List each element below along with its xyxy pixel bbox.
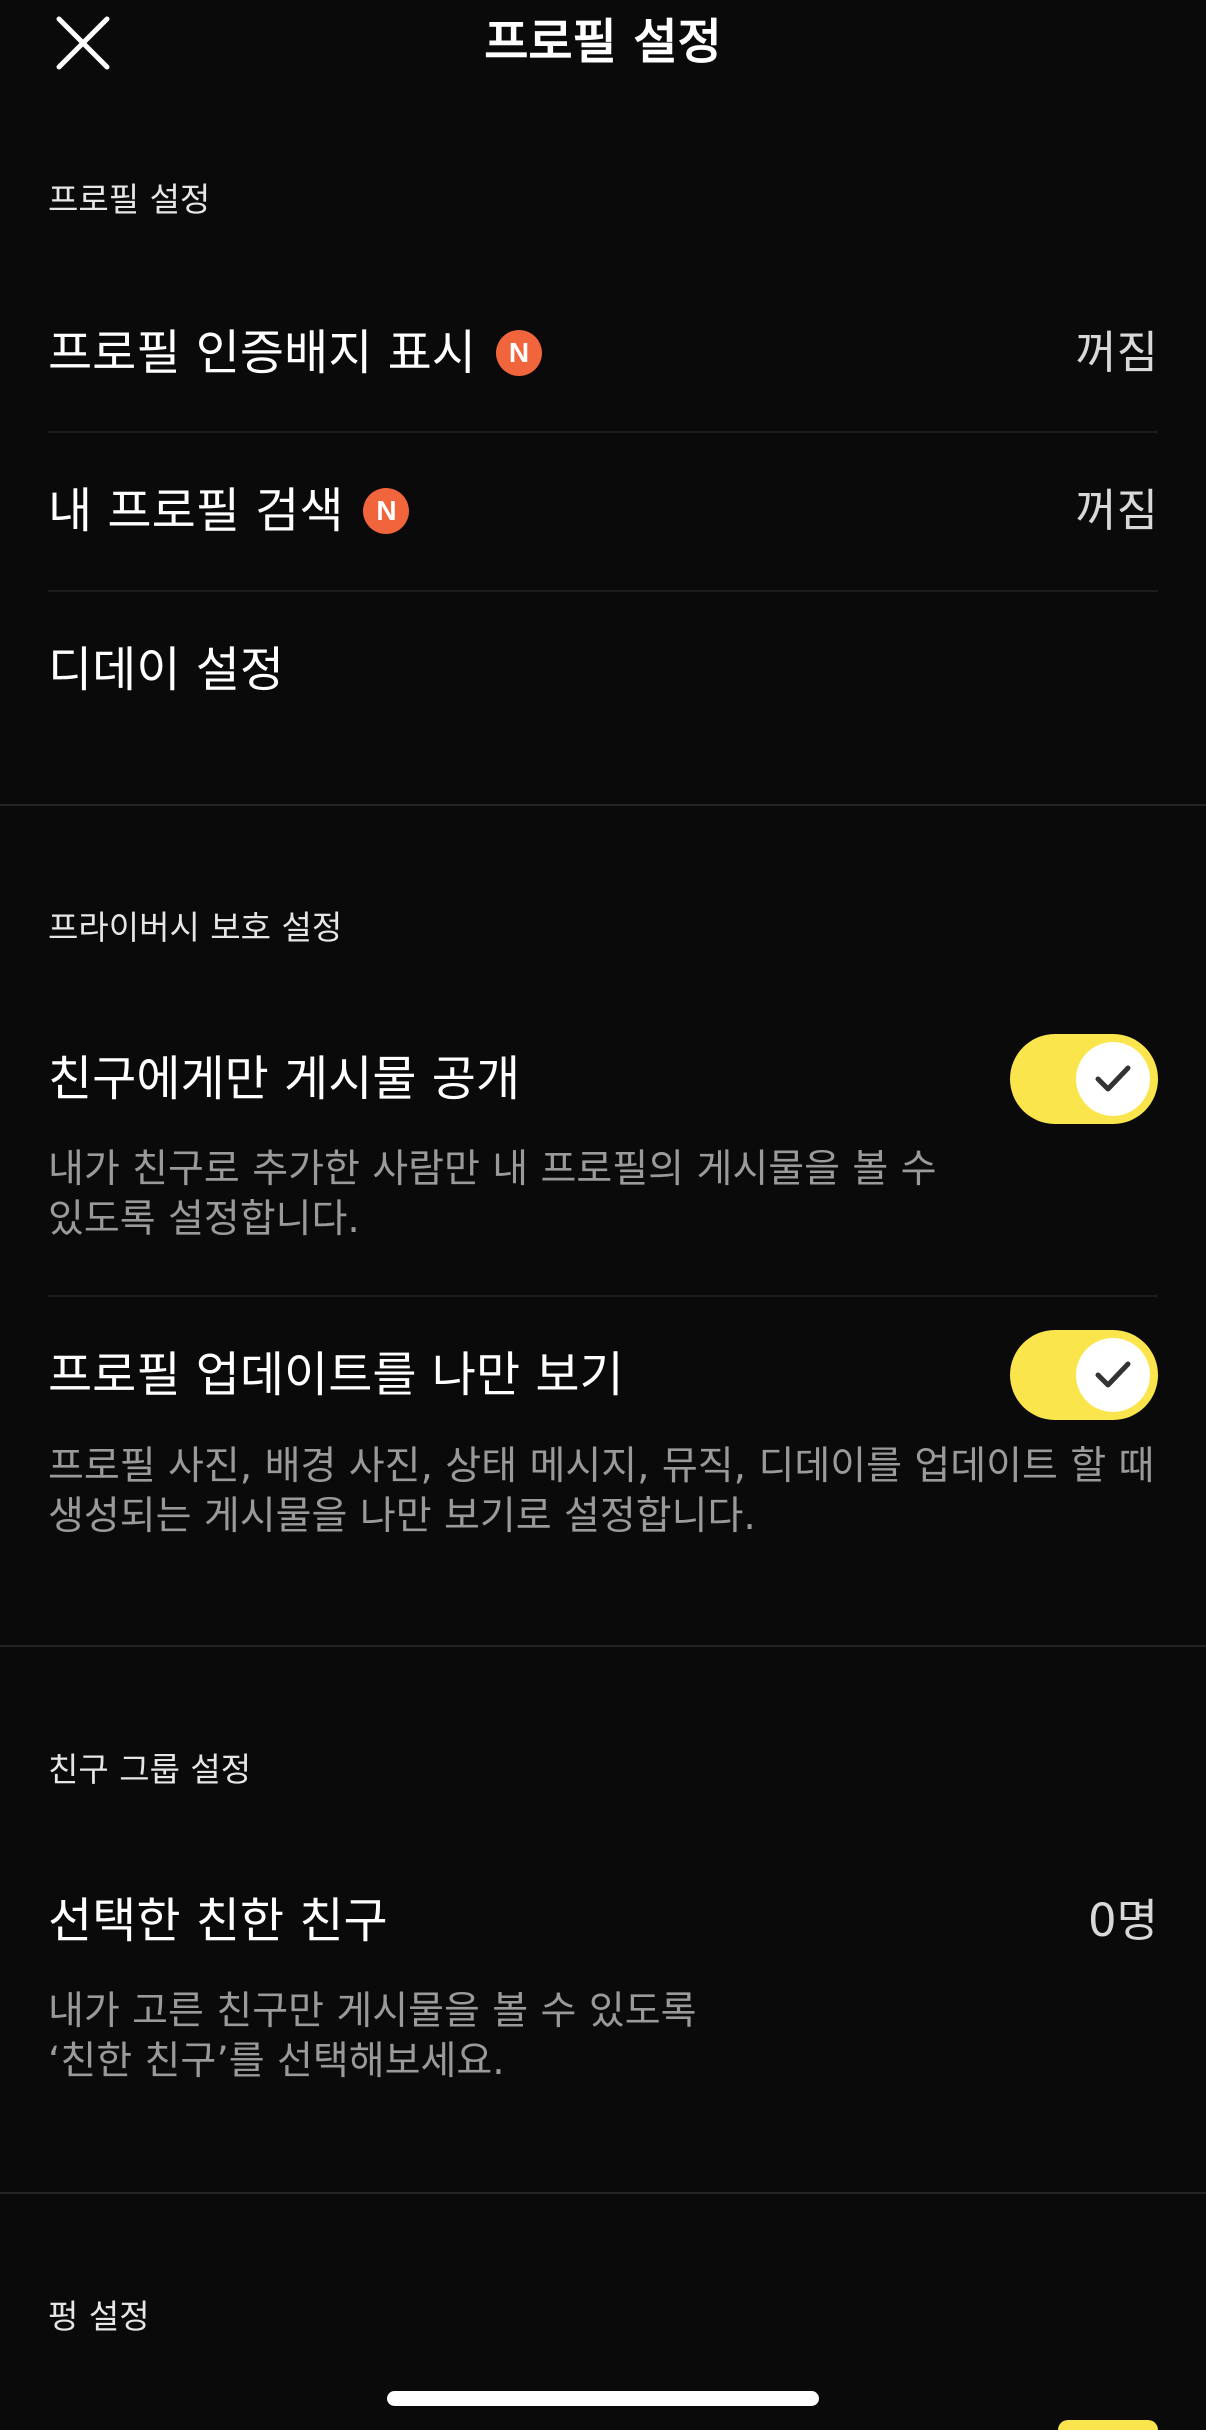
row-label: 친구에게만 게시물 공개 xyxy=(48,1051,521,1107)
description-line: 내가 친구로 추가한 사람만 내 프로필의 게시물을 볼 수 xyxy=(48,1147,937,1192)
section-separator xyxy=(0,2192,1206,2194)
section-separator xyxy=(0,1645,1206,1647)
close-friends-description: 내가 고른 친구만 게시물을 볼 수 있도록 ‘친한 친구’를 선택해보세요. xyxy=(48,1987,1158,2087)
divider xyxy=(48,431,1158,433)
header: 프로필 설정 xyxy=(0,0,1206,86)
toggle-knob xyxy=(1076,1338,1150,1412)
divider xyxy=(48,590,1158,592)
row-label: 내 프로필 검색 xyxy=(48,483,344,539)
close-friends-count: 0명 xyxy=(1087,1894,1158,1947)
new-badge-icon: N xyxy=(495,330,542,376)
section-label-profile: 프로필 설정 xyxy=(48,180,211,219)
friends-only-posts-toggle[interactable] xyxy=(1010,1034,1158,1124)
row-dday-settings[interactable]: 디데이 설정 xyxy=(48,625,1158,715)
home-indicator xyxy=(387,2391,819,2406)
new-badge-icon: N xyxy=(363,488,410,534)
description-line: 생성되는 게시물을 나만 보기로 설정합니다. xyxy=(48,1494,756,1539)
row-label: 프로필 업데이트를 나만 보기 xyxy=(48,1347,624,1403)
section-label-privacy: 프라이버시 보호 설정 xyxy=(48,908,343,947)
row-close-friends[interactable]: 선택한 친한 친구 0명 xyxy=(48,1876,1158,1966)
check-icon xyxy=(1095,1065,1131,1092)
row-label: 프로필 인증배지 표시 xyxy=(48,325,476,381)
description-line: 프로필 사진, 배경 사진, 상태 메시지, 뮤직, 디데이를 업데이트 할 때 xyxy=(48,1444,1155,1489)
description-line: 내가 고른 친구만 게시물을 볼 수 있도록 xyxy=(48,1989,697,2034)
check-icon xyxy=(1095,1361,1131,1388)
description-line: 있도록 설정합니다. xyxy=(48,1197,360,1242)
toggle-knob xyxy=(1076,1042,1150,1116)
row-profile-badge[interactable]: 프로필 인증배지 표시 N 꺼짐 xyxy=(48,308,1158,398)
section-label-friend-group: 친구 그룹 설정 xyxy=(48,1750,252,1789)
description-line: ‘친한 친구’를 선택해보세요. xyxy=(48,2039,505,2084)
row-profile-search[interactable]: 내 프로필 검색 N 꺼짐 xyxy=(48,466,1158,556)
pung-toggle[interactable] xyxy=(1058,2420,1158,2430)
divider xyxy=(48,1295,1158,1297)
row-value: 꺼짐 xyxy=(1075,326,1158,379)
row-label: 디데이 설정 xyxy=(48,642,285,698)
profile-updates-private-description: 프로필 사진, 배경 사진, 상태 메시지, 뮤직, 디데이를 업데이트 할 때… xyxy=(48,1442,1158,1542)
friends-only-posts-description: 내가 친구로 추가한 사람만 내 프로필의 게시물을 볼 수 있도록 설정합니다… xyxy=(48,1145,1158,1245)
section-separator xyxy=(0,804,1206,806)
profile-updates-private-toggle[interactable] xyxy=(1010,1330,1158,1420)
row-label: 선택한 친한 친구 xyxy=(48,1893,388,1949)
row-value: 꺼짐 xyxy=(1075,484,1158,537)
row-friends-only-posts: 친구에게만 게시물 공개 xyxy=(48,1034,1158,1124)
page-title: 프로필 설정 xyxy=(484,14,722,70)
section-label-pung: 펑 설정 xyxy=(48,2297,150,2336)
row-profile-updates-private: 프로필 업데이트를 나만 보기 xyxy=(48,1330,1158,1420)
